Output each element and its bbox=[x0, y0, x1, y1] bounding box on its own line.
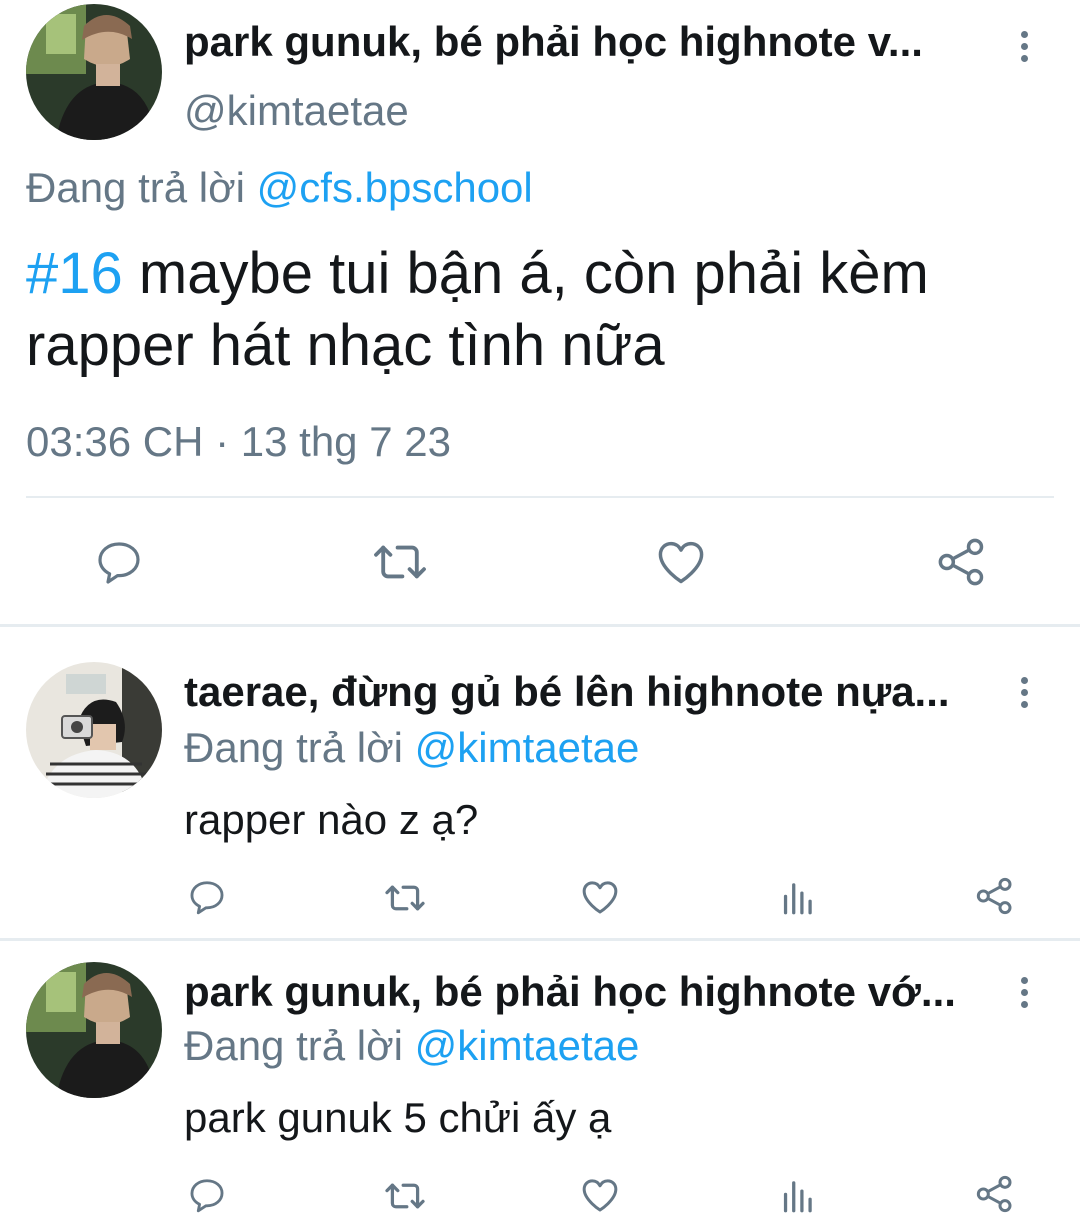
display-name[interactable]: taerae, đừng gủ bé lên highnote nựa... bbox=[184, 668, 996, 716]
section-divider bbox=[0, 938, 1080, 941]
share-icon[interactable] bbox=[975, 1174, 1015, 1214]
reply-icon[interactable] bbox=[188, 878, 226, 916]
reply-prefix: Đang trả lời bbox=[184, 724, 403, 771]
heart-icon[interactable] bbox=[580, 1176, 620, 1214]
analytics-icon[interactable] bbox=[780, 880, 814, 916]
reply-context: Đang trả lời @kimtaetae bbox=[184, 1022, 639, 1070]
avatar[interactable] bbox=[26, 4, 162, 140]
reply-text: park gunuk 5 chửi ấy ạ bbox=[184, 1094, 612, 1141]
reply-to-link[interactable]: @kimtaetae bbox=[415, 1022, 640, 1069]
section-divider bbox=[0, 624, 1080, 627]
avatar[interactable] bbox=[26, 962, 162, 1098]
tweet-divider bbox=[26, 496, 1054, 498]
share-icon[interactable] bbox=[975, 876, 1015, 916]
reply-to-link[interactable]: @cfs.bpschool bbox=[257, 164, 533, 211]
avatar[interactable] bbox=[26, 662, 162, 798]
reply-prefix: Đang trả lời bbox=[184, 1022, 403, 1069]
reply-to-link[interactable]: @kimtaetae bbox=[415, 724, 640, 771]
more-vertical-icon[interactable] bbox=[1014, 972, 1034, 1012]
tweet-text-line2: rapper hát nhạc tình nữa bbox=[26, 313, 665, 378]
display-name[interactable]: park gunuk, bé phải học highnote vớ... bbox=[184, 968, 996, 1016]
retweet-icon[interactable] bbox=[370, 538, 430, 586]
hashtag-link[interactable]: #16 bbox=[26, 241, 123, 306]
analytics-icon[interactable] bbox=[780, 1178, 814, 1214]
heart-icon[interactable] bbox=[655, 538, 707, 586]
reply-prefix: Đang trả lời bbox=[26, 164, 245, 211]
reply-context: Đang trả lời @kimtaetae bbox=[184, 724, 639, 772]
reply-context: Đang trả lời @cfs.bpschool bbox=[26, 164, 533, 212]
retweet-icon[interactable] bbox=[382, 1178, 428, 1214]
handle[interactable]: @kimtaetae bbox=[184, 87, 409, 135]
timestamp[interactable]: 03:36 CH · 13 thg 7 23 bbox=[26, 418, 451, 466]
reply-text: rapper nào z ạ? bbox=[184, 796, 479, 843]
reply-icon[interactable] bbox=[94, 538, 144, 586]
reply-icon[interactable] bbox=[188, 1176, 226, 1214]
more-vertical-icon[interactable] bbox=[1014, 26, 1034, 66]
share-icon[interactable] bbox=[936, 536, 988, 588]
tweet-text-line1: maybe tui bận á, còn phải kèm bbox=[122, 241, 929, 306]
display-name[interactable]: park gunuk, bé phải học highnote v... bbox=[184, 18, 974, 66]
retweet-icon[interactable] bbox=[382, 880, 428, 916]
heart-icon[interactable] bbox=[580, 878, 620, 916]
more-vertical-icon[interactable] bbox=[1014, 672, 1034, 712]
tweet-text: #16 maybe tui bận á, còn phải kèm rapper… bbox=[26, 238, 1056, 382]
